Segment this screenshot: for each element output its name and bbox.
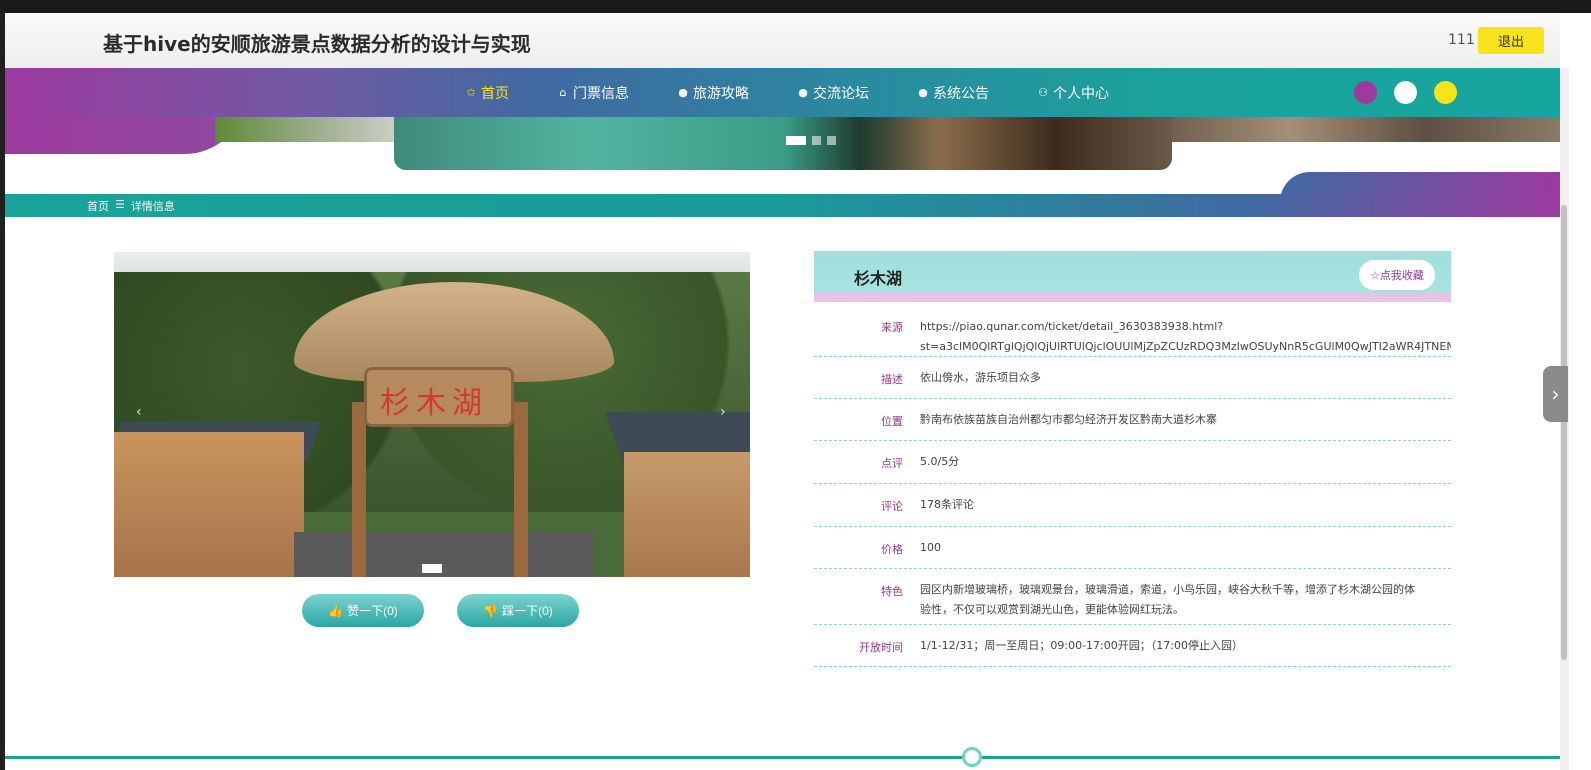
favorite-button[interactable]: ☆点我收藏 <box>1359 260 1435 290</box>
carousel-dot[interactable] <box>827 136 836 145</box>
attraction-photo-carousel[interactable]: 杉木湖 ‹ › <box>114 252 750 577</box>
breadcrumb-bar: 首页 ☰ 详情信息 <box>5 194 1560 217</box>
photo-gate-post <box>352 402 366 577</box>
breadcrumb-current: 详情信息 <box>130 200 175 213</box>
theme-yellow-button[interactable] <box>1434 81 1457 104</box>
nav-item-label: 个人中心 <box>1053 85 1109 102</box>
carousel-prev-icon[interactable]: ‹ <box>136 404 142 420</box>
location-value: 黔南布依族苗族自治州都匀市都匀经济开发区黔南大道杉木寨 <box>920 413 1217 426</box>
banner-image-right <box>1155 114 1560 142</box>
nav-item-label: 门票信息 <box>573 85 629 102</box>
detail-row-location: 位置 黔南布依族苗族自治州都匀市都匀经济开发区黔南大道杉木寨 <box>814 399 1451 441</box>
like-label: 赞一下(0) <box>347 604 398 618</box>
rating-value: 5.0/5分 <box>920 455 960 468</box>
breadcrumb-separator-icon: ☰ <box>115 198 125 211</box>
nav-item-label: 首页 <box>481 85 509 102</box>
nav-item-label: 系统公告 <box>933 85 989 102</box>
source-label: 来源 <box>881 321 903 334</box>
source-value-line1[interactable]: https://piao.qunar.com/ticket/detail_363… <box>920 317 1223 337</box>
detail-row-source: 来源 https://piao.qunar.com/ticket/detail_… <box>814 313 1451 357</box>
nav-item-forum[interactable]: ● 交流论坛 <box>797 68 893 117</box>
scroll-top-knob[interactable] <box>962 747 982 767</box>
price-value: 100 <box>920 541 941 554</box>
site-header: 基于hive的安顺旅游景点数据分析的设计与实现 111 退出 <box>5 13 1560 68</box>
features-value-line2: 验性，不仅可以观赏到湖光山色，更能体验网红玩法。 <box>920 603 1184 616</box>
info-circle-icon: ● <box>918 86 928 99</box>
thumbs-up-icon: 👍 <box>328 603 344 618</box>
dislike-label: 踩一下(0) <box>502 604 553 618</box>
nav-menu: ✩ 首页 ⌂ 门票信息 ● 旅游攻略 ● 交流论坛 ● 系统公告 ⚇ 个人中心 <box>465 68 1157 117</box>
photo-ticket-booth <box>114 432 304 577</box>
photo-gate-post <box>514 402 528 577</box>
nav-item-announcements[interactable]: ● 系统公告 <box>917 68 1013 117</box>
detail-row-comments: 评论 178条评论 <box>814 484 1451 527</box>
logout-button[interactable]: 退出 <box>1478 27 1544 54</box>
attraction-detail-panel: 杉木湖 ☆点我收藏 来源 https://piao.qunar.com/tick… <box>814 251 1451 667</box>
theme-purple-button[interactable] <box>1354 81 1377 104</box>
photo-stone-base <box>294 532 594 577</box>
carousel-indicators <box>786 136 836 145</box>
features-label: 特色 <box>881 585 903 598</box>
nav-item-profile[interactable]: ⚇ 个人中心 <box>1037 68 1133 117</box>
lock-icon: ⌂ <box>559 86 567 99</box>
banner-carousel[interactable] <box>394 108 1172 170</box>
theme-white-button[interactable] <box>1394 81 1417 104</box>
price-label: 价格 <box>881 543 903 556</box>
help-circle-icon: ● <box>798 86 808 99</box>
username-label[interactable]: 111 <box>1448 32 1475 48</box>
carousel-dot[interactable] <box>786 136 806 145</box>
star-icon: ✩ <box>466 86 476 99</box>
breadcrumb-home[interactable]: 首页 <box>87 198 109 214</box>
description-value: 依山傍水，游乐项目众多 <box>920 371 1041 384</box>
main-navbar: ✩ 首页 ⌂ 门票信息 ● 旅游攻略 ● 交流论坛 ● 系统公告 ⚇ 个人中心 <box>5 68 1560 117</box>
attraction-name: 杉木湖 <box>854 269 903 288</box>
nav-item-tickets[interactable]: ⌂ 门票信息 <box>557 68 653 117</box>
nav-item-home[interactable]: ✩ 首页 <box>465 68 533 117</box>
carousel-dot[interactable] <box>812 136 821 145</box>
breadcrumb: 首页 ☰ 详情信息 <box>87 198 175 214</box>
rating-label: 点评 <box>881 457 903 470</box>
detail-header: 杉木湖 ☆点我收藏 <box>814 251 1451 302</box>
nav-item-label: 交流论坛 <box>813 85 869 102</box>
description-label: 描述 <box>881 373 903 386</box>
side-panel-toggle-chevron-right-icon[interactable]: › <box>1543 366 1568 422</box>
hours-label: 开放时间 <box>859 641 903 654</box>
scrollbar-thumb[interactable] <box>1561 205 1567 660</box>
photo-cabin <box>624 452 750 577</box>
features-value-line1: 园区内新增玻璃桥，玻璃观景台，玻璃滑道，索道，小鸟乐园，峡谷大秋千等，增添了杉木… <box>920 583 1415 596</box>
detail-row-rating: 点评 5.0/5分 <box>814 441 1451 484</box>
thumbs-down-icon: 👎 <box>483 603 499 618</box>
comments-label: 评论 <box>881 500 903 513</box>
user-icon: ⚇ <box>1038 86 1048 99</box>
like-button[interactable]: 👍 赞一下(0) <box>302 594 424 627</box>
footer-divider <box>5 756 1560 759</box>
dislike-button[interactable]: 👎 踩一下(0) <box>457 594 579 627</box>
gate-sign-text: 杉木湖 <box>380 386 488 421</box>
comments-value: 178条评论 <box>920 498 974 511</box>
hours-value: 1/1-12/31；周一至周日；09:00-17:00开园；（17:00停止入园… <box>920 639 1243 652</box>
detail-row-features: 特色 园区内新增玻璃桥，玻璃观景台，玻璃滑道，索道，小鸟乐园，峡谷大秋千等，增添… <box>814 569 1451 625</box>
carousel-dot[interactable] <box>422 564 442 573</box>
source-value-line2[interactable]: st=a3clM0QlRTglQjQlQjUlRTUlQjclOUUlMjZpZ… <box>920 337 1451 357</box>
carousel-next-icon[interactable]: › <box>720 404 726 420</box>
detail-row-hours: 开放时间 1/1-12/31；周一至周日；09:00-17:00开园；（17:0… <box>814 625 1451 667</box>
location-label: 位置 <box>881 415 903 428</box>
window-top-bar <box>0 0 1591 13</box>
theme-switcher <box>1354 81 1457 104</box>
banner-image-left <box>215 114 415 142</box>
nav-item-label: 旅游攻略 <box>693 85 749 102</box>
nav-item-guides[interactable]: ● 旅游攻略 <box>677 68 773 117</box>
site-title: 基于hive的安顺旅游景点数据分析的设计与实现 <box>103 32 531 56</box>
detail-row-description: 描述 依山傍水，游乐项目众多 <box>814 357 1451 399</box>
detail-row-price: 价格 100 <box>814 527 1451 569</box>
info-circle-icon: ● <box>678 86 688 99</box>
